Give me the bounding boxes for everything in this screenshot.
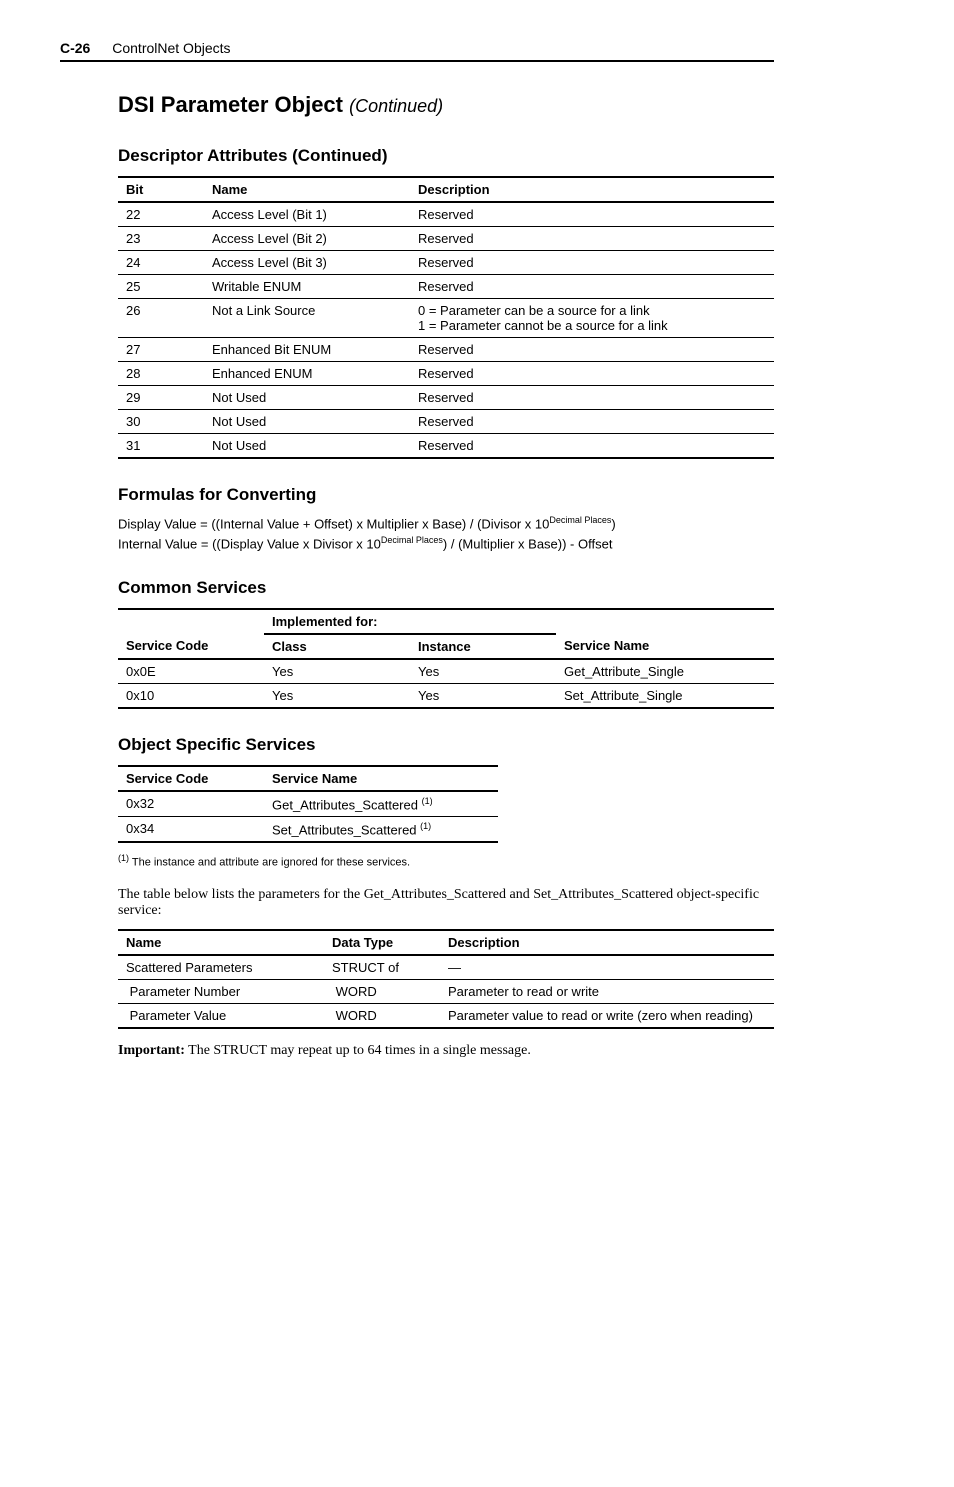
table-row: 0x0EYesYesGet_Attribute_Single [118,659,774,684]
body-paragraph: The table below lists the parameters for… [118,887,774,919]
page-header: C-26 ControlNet Objects [60,40,774,62]
col-name: Service Name [264,766,498,791]
table-row: Parameter Number WORDParameter to read o… [118,979,774,1003]
page-number: C-26 [60,40,90,56]
title-continued: (Continued) [349,96,443,116]
table-row: 0x32Get_Attributes_Scattered (1) [118,791,498,817]
table-row: 27Enhanced Bit ENUMReserved [118,338,774,362]
parameter-table: Name Data Type Description Scattered Par… [118,929,774,1029]
table-row: 23Access Level (Bit 2)Reserved [118,227,774,251]
table-row: 0x10YesYesSet_Attribute_Single [118,683,774,708]
section-title: ControlNet Objects [112,40,230,56]
object-title: DSI Parameter Object (Continued) [118,92,774,118]
table-row: 22Access Level (Bit 1)Reserved [118,202,774,227]
col-name: Name [118,930,324,955]
col-instance: Instance [410,634,556,659]
object-specific-table: Service Code Service Name 0x32Get_Attrib… [118,765,498,844]
table-row: Scattered ParametersSTRUCT of— [118,955,774,980]
table-row: 28Enhanced ENUMReserved [118,362,774,386]
implemented-header: Implemented for: [264,609,556,634]
table-row: 25Writable ENUMReserved [118,275,774,299]
descriptor-table: Bit Name Description 22Access Level (Bit… [118,176,774,459]
footnote: (1) The instance and attribute are ignor… [118,853,774,869]
table-row: 24Access Level (Bit 3)Reserved [118,251,774,275]
table-row: 29Not UsedReserved [118,386,774,410]
table-row: 0x34Set_Attributes_Scattered (1) [118,816,498,842]
table-row: 30Not UsedReserved [118,410,774,434]
title-main: DSI Parameter Object [118,92,343,117]
col-bit: Bit [118,177,204,202]
col-code: Service Code [118,634,264,659]
col-desc: Description [410,177,774,202]
common-services-heading: Common Services [118,578,774,598]
important-note: Important: The STRUCT may repeat up to 6… [118,1043,774,1059]
common-services-table: Implemented for: Service Code Class Inst… [118,608,774,709]
formula-line: Internal Value = ((Display Value x Divis… [118,535,774,551]
formulas-heading: Formulas for Converting [118,485,774,505]
table-row: 31Not UsedReserved [118,434,774,459]
object-specific-heading: Object Specific Services [118,735,774,755]
table-row: Parameter Value WORDParameter value to r… [118,1003,774,1028]
col-svcname: Service Name [556,634,774,659]
formula-line: Display Value = ((Internal Value + Offse… [118,515,774,531]
col-class: Class [264,634,410,659]
col-code: Service Code [118,766,264,791]
col-name: Name [204,177,410,202]
table-row: 26Not a Link Source0 = Parameter can be … [118,299,774,338]
descriptor-heading: Descriptor Attributes (Continued) [118,146,774,166]
col-type: Data Type [324,930,440,955]
col-desc: Description [440,930,774,955]
